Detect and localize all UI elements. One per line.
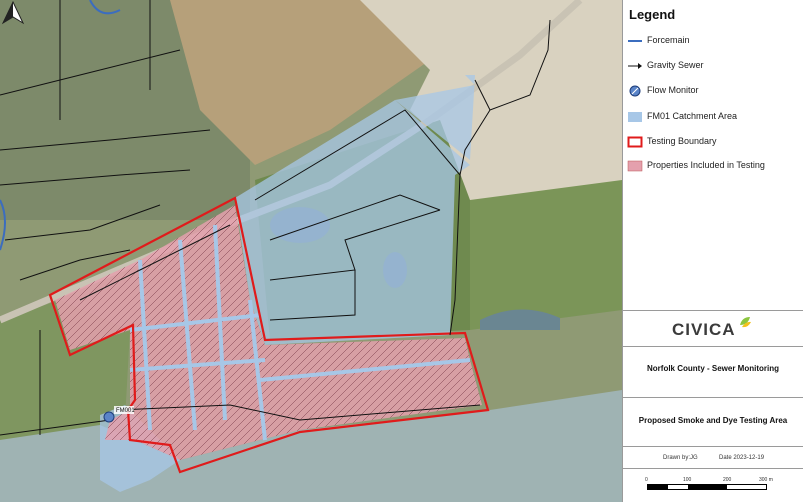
scale-label: 300 m <box>759 477 773 483</box>
legend-item-forcemain: Forcemain <box>623 32 803 50</box>
scale-bar <box>647 484 767 490</box>
flow-monitor-icon <box>629 85 641 97</box>
gravity-sewer-icon <box>628 63 642 69</box>
project-title: Norfolk County - Sewer Monitoring <box>647 364 779 373</box>
green-field-east <box>470 180 622 330</box>
scale-label: 200 <box>723 477 732 483</box>
divider <box>623 346 803 347</box>
divider <box>623 468 803 469</box>
testing-boundary-icon <box>627 136 643 148</box>
legend-item-testing-boundary: Testing Boundary <box>623 133 803 151</box>
legend-item-catchment: FM01 Catchment Area <box>623 108 803 126</box>
civica-logo: CIVICA <box>623 312 803 346</box>
divider <box>623 397 803 398</box>
legend-label: Forcemain <box>647 35 690 45</box>
map-canvas: FM001 <box>0 0 622 502</box>
fm-label: FM001 <box>116 408 135 414</box>
legend-item-gravity-sewer: Gravity Sewer <box>623 57 803 75</box>
drawing-title: Proposed Smoke and Dye Testing Area <box>638 416 788 425</box>
legend-panel: Legend Forcemain Gravity Sewer Flow Moni… <box>623 0 803 502</box>
drawing-date: Date 2023-12-19 <box>719 455 765 461</box>
legend-label: Gravity Sewer <box>647 60 704 70</box>
divider <box>623 446 803 447</box>
properties-icon <box>627 160 643 172</box>
legend-label: Flow Monitor <box>647 85 699 95</box>
civica-leaf-icon <box>740 317 752 328</box>
legend-label: Properties Included in Testing <box>647 160 765 170</box>
legend-title: Legend <box>629 7 676 22</box>
north-arrow-icon <box>1 0 25 25</box>
legend-item-flow-monitor: Flow Monitor <box>623 82 803 100</box>
scale-label: 100 <box>683 477 692 483</box>
legend-item-properties: Properties Included in Testing <box>623 157 803 175</box>
logo-text: CIVICA <box>671 320 736 339</box>
drawn-by: Drawn by:JG <box>663 455 698 461</box>
scale-label: 0 <box>645 477 648 483</box>
flow-monitor-icon[interactable] <box>103 411 115 423</box>
legend-label: FM01 Catchment Area <box>647 111 738 121</box>
legend-label: Testing Boundary <box>647 136 717 146</box>
catchment-area-icon <box>628 112 642 122</box>
map-view[interactable]: FM001 <box>0 0 623 502</box>
divider <box>623 310 803 311</box>
forcemain-line-icon <box>628 40 642 42</box>
